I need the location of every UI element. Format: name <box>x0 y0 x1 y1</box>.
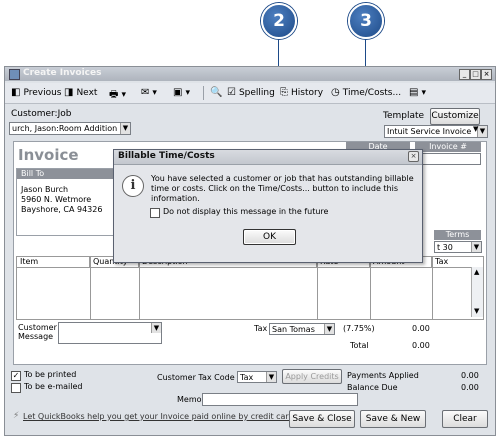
info-icon: i <box>122 175 144 197</box>
scroll-up-icon[interactable]: ▲ <box>474 268 479 276</box>
online-help-link[interactable]: Let QuickBooks help you get your Invoice… <box>23 412 296 421</box>
send-icon: ▣ <box>173 87 183 98</box>
customer-message-label-1: Customer <box>18 323 57 332</box>
memo-label: Memo <box>177 395 202 404</box>
do-not-display-checkbox[interactable] <box>150 208 160 218</box>
chevron-down-icon: ▼ <box>120 123 130 134</box>
balance-due-value: 0.00 <box>461 383 479 392</box>
tax-item-dropdown[interactable]: San Tomas ▼ <box>269 323 335 335</box>
tax-amount: 0.00 <box>412 324 430 333</box>
ok-button[interactable]: OK <box>243 229 296 245</box>
invoice-number-header: Invoice # <box>415 142 481 152</box>
terms-header: Terms <box>434 230 481 240</box>
customize-button[interactable]: Customize <box>430 108 480 125</box>
billable-time-costs-dialog: Billable Time/Costs × i You have selecte… <box>113 149 423 263</box>
dialog-titlebar: Billable Time/Costs × <box>114 150 422 165</box>
tax-label: Tax <box>254 324 268 333</box>
to-be-printed-label: To be printed <box>24 370 77 379</box>
customer-job-dropdown[interactable]: urch, Jason:Room Addition ▼ <box>9 122 131 135</box>
customer-message-label-2: Message <box>18 332 54 341</box>
table-row-divider <box>17 267 471 268</box>
to-be-printed-checkbox[interactable]: ✓ <box>11 371 21 381</box>
column-tax: Tax <box>432 257 470 267</box>
bill-to-header: Bill To <box>17 169 121 179</box>
dialog-close-button[interactable]: × <box>408 151 419 162</box>
terms-dropdown[interactable]: t 30 ▼ <box>434 241 482 253</box>
callout-3: 3 <box>348 3 384 39</box>
apply-credits-button[interactable]: Apply Credits <box>282 369 342 384</box>
previous-button[interactable]: ◧ Previous <box>11 87 62 98</box>
to-be-emailed-label: To be e-mailed <box>24 382 83 391</box>
spelling-button[interactable]: ☑ Spelling <box>227 87 275 98</box>
tax-rate: (7.75%) <box>343 324 375 333</box>
bill-to-box: Bill To Jason Burch 5960 N. Wetmore Bays… <box>16 168 121 236</box>
do-not-display-label: Do not display this message in the futur… <box>163 207 329 216</box>
customer-tax-code-dropdown[interactable]: Tax ▼ <box>237 371 277 383</box>
find-button[interactable]: 🔍 <box>210 87 225 98</box>
clock-icon: ◷ <box>331 87 340 98</box>
next-icon: ◨ <box>64 87 74 98</box>
minimize-button[interactable]: _ <box>459 69 470 80</box>
dialog-message: You have selected a customer or job that… <box>151 174 414 203</box>
bill-to-line-2[interactable]: 5960 N. Wetmore <box>21 195 91 204</box>
chevron-down-icon: ▼ <box>477 126 487 137</box>
invoice-number-field[interactable]: 3 <box>415 153 481 165</box>
time-costs-button[interactable]: ◷ Time/Costs... <box>331 87 401 98</box>
find-icon: 🔍 <box>210 87 223 98</box>
credit-card-icon: ⚡ <box>13 411 20 421</box>
template-label: Template <box>383 111 425 121</box>
chevron-down-icon: ▼ <box>266 372 276 382</box>
spelling-icon: ☑ <box>227 87 236 98</box>
toolbar: ◧ Previous ◨ Next 🖶 ▾ ✉ ▾ ▣ ▾ 🔍 ☑ Spelling ⎘ Hi… <box>5 83 495 104</box>
callout-2: 2 <box>261 3 297 39</box>
dialog-title: Billable Time/Costs <box>118 151 215 161</box>
printer-icon: 🖶 <box>109 89 119 100</box>
bill-to-line-3[interactable]: Bayshore, CA 94326 <box>21 205 102 214</box>
next-button[interactable]: ◨ Next <box>64 87 97 98</box>
history-icon: ⎘ <box>280 87 288 98</box>
toolbar-separator <box>203 86 204 100</box>
history-button[interactable]: ⎘ History <box>280 87 323 98</box>
maximize-button[interactable]: □ <box>470 69 481 80</box>
table-scrollbar[interactable]: ▲ ▼ <box>471 267 483 317</box>
chevron-down-icon: ▼ <box>324 324 334 334</box>
invoice-title: Invoice <box>18 146 79 164</box>
letters-button[interactable]: ▤ ▾ <box>409 87 426 98</box>
window-title: Create Invoices <box>23 68 102 78</box>
save-new-button[interactable]: Save & New <box>360 410 426 428</box>
balance-due-label: Balance Due <box>347 383 398 392</box>
window-titlebar: Create Invoices _ □ × <box>5 67 495 81</box>
template-dropdown-arrow[interactable]: ▼ <box>473 125 478 133</box>
total-value: 0.00 <box>412 341 430 350</box>
window-icon <box>9 69 20 80</box>
chevron-down-icon: ▼ <box>151 323 161 333</box>
send-button[interactable]: ▣ ▾ <box>173 87 190 98</box>
scroll-down-icon[interactable]: ▼ <box>474 307 479 315</box>
customer-job-label: Customer:Job <box>11 109 72 119</box>
total-label: Total <box>350 341 369 350</box>
letters-icon: ▤ <box>409 87 419 98</box>
payments-applied-value: 0.00 <box>461 371 479 380</box>
to-be-emailed-checkbox[interactable] <box>11 383 21 393</box>
customer-tax-code-label: Customer Tax Code <box>157 373 235 382</box>
close-button[interactable]: × <box>481 69 492 80</box>
payments-applied-label: Payments Applied <box>347 371 419 380</box>
memo-field[interactable] <box>202 393 358 406</box>
line-items-table[interactable]: Item Quantity Description Rate Amount Ta… <box>16 256 484 320</box>
previous-icon: ◧ <box>11 87 21 98</box>
print-button[interactable]: 🖶 ▾ <box>109 87 126 104</box>
clear-button[interactable]: Clear <box>442 410 488 428</box>
bill-to-line-1[interactable]: Jason Burch <box>21 185 68 194</box>
save-close-button[interactable]: Save & Close <box>289 410 355 428</box>
chevron-down-icon: ▼ <box>471 242 481 252</box>
email-icon: ✉ <box>141 87 150 98</box>
column-item: Item <box>17 257 90 267</box>
customer-message-dropdown[interactable]: ▼ <box>58 322 162 344</box>
email-button[interactable]: ✉ ▾ <box>141 87 157 98</box>
